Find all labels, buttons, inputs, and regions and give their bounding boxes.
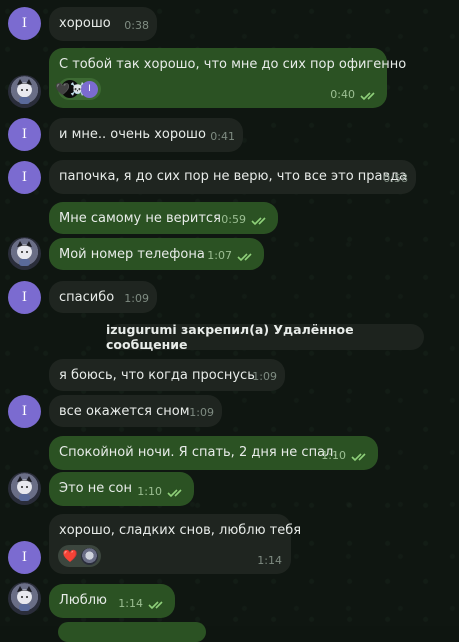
avatar-letter[interactable]: I [8, 161, 41, 194]
avatar-initial: I [21, 170, 28, 185]
avatar-photo[interactable] [8, 237, 41, 270]
double-check-icon [148, 601, 163, 610]
kuromi-avatar-icon [17, 79, 32, 104]
message-text: Мне самому не верится [59, 211, 221, 226]
message-time: 1:09 [189, 406, 214, 419]
avatar-letter[interactable]: I [8, 541, 41, 574]
message-bubble[interactable]: Люблю 1:14 [49, 584, 175, 618]
avatar-letter[interactable]: I [8, 7, 41, 40]
black-heart-skull-icon: 🖤☠️ [55, 80, 85, 98]
message-bubble[interactable]: хорошо, сладких снов, люблю тебя ❤️ 1:14 [49, 514, 301, 574]
message-time: 1:09 [124, 292, 149, 305]
message-text: я боюсь, что когда проснусь [59, 368, 255, 383]
message-time: 1:07 [207, 249, 232, 262]
message-time: 0:59 [221, 213, 246, 226]
message-time: 1:10 [137, 485, 162, 498]
message-bubble[interactable]: хорошо 0:38 [49, 7, 157, 41]
service-text: izugurumi закрепил(а) Удалённое сообщени… [106, 322, 354, 352]
avatar-photo[interactable] [8, 75, 41, 108]
message-time: 1:09 [252, 370, 277, 383]
message-bubble[interactable]: Мне самому не верится 0:59 [49, 202, 278, 234]
message-text: хорошо [59, 16, 111, 31]
pinned-service-message[interactable]: izugurumi закрепил(а) Удалённое сообщени… [106, 322, 424, 352]
message-text: С тобой так хорошо, что мне до сих пор о… [59, 57, 407, 72]
avatar-initial: I [21, 127, 28, 142]
message-bubble-partial[interactable] [58, 622, 206, 642]
reactor-avatar: I [81, 80, 98, 98]
message-bubble[interactable]: Это не сон 1:10 [49, 472, 194, 506]
kuromi-avatar-icon [17, 476, 32, 501]
message-time: 1:10 [321, 449, 346, 462]
kuromi-avatar-icon [17, 241, 32, 266]
kuromi-avatar-icon [17, 586, 32, 611]
message-text: все окажется сном [59, 404, 190, 419]
message-text: папочка, я до сих пор не верю, что все э… [59, 169, 408, 184]
avatar-letter[interactable]: I [8, 118, 41, 151]
message-time: 1:14 [257, 554, 282, 567]
message-bubble[interactable]: папочка, я до сих пор не верю, что все э… [49, 160, 416, 194]
message-bubble[interactable]: С тобой так хорошо, что мне до сих пор о… [49, 48, 406, 108]
message-text: спасибо [59, 290, 115, 305]
message-text: Спокойной ночи. Я спать, 2 дня не спал. [59, 445, 338, 460]
message-bubble[interactable]: я боюсь, что когда проснусь 1:09 [49, 359, 285, 391]
message-text: и мне.. очень хорошо [59, 127, 206, 142]
double-check-icon [167, 489, 182, 498]
avatar-photo[interactable] [8, 582, 41, 615]
message-bubble[interactable]: Спокойной ночи. Я спать, 2 дня не спал. … [49, 436, 378, 470]
double-check-icon [237, 253, 252, 262]
message-time: 0:41 [210, 130, 235, 143]
message-time: 0:38 [124, 19, 149, 32]
message-time: 1:14 [118, 597, 143, 610]
message-text: Люблю [59, 593, 107, 608]
reactor-avatar [81, 547, 98, 565]
double-check-icon [360, 92, 375, 101]
message-bubble[interactable]: Мой номер телефона 1:07 [49, 238, 264, 270]
message-text: Мой номер телефона [59, 247, 205, 262]
avatar-initial: I [21, 404, 28, 419]
message-text: хорошо, сладких снов, люблю тебя [59, 523, 302, 538]
message-time: 0:40 [330, 88, 355, 101]
message-bubble[interactable]: все окажется сном 1:09 [49, 395, 222, 427]
double-check-icon [351, 453, 366, 462]
reaction-pill[interactable]: ❤️ [58, 545, 101, 567]
avatar-letter[interactable]: I [8, 395, 41, 428]
avatar-letter[interactable]: I [8, 281, 41, 314]
reaction-pill[interactable]: 🖤☠️ I [55, 78, 101, 100]
double-check-icon [251, 217, 266, 226]
avatar-initial: I [21, 16, 28, 31]
message-text: Это не сон [59, 481, 132, 496]
red-heart-icon: ❤️ [62, 548, 78, 563]
message-bubble[interactable]: и мне.. очень хорошо 0:41 [49, 118, 243, 152]
avatar-initial: I [21, 290, 28, 305]
message-time: 0:58 [383, 172, 408, 185]
avatar-initial: I [21, 550, 28, 565]
avatar-photo[interactable] [8, 472, 41, 505]
message-bubble[interactable]: спасибо 1:09 [49, 281, 157, 313]
